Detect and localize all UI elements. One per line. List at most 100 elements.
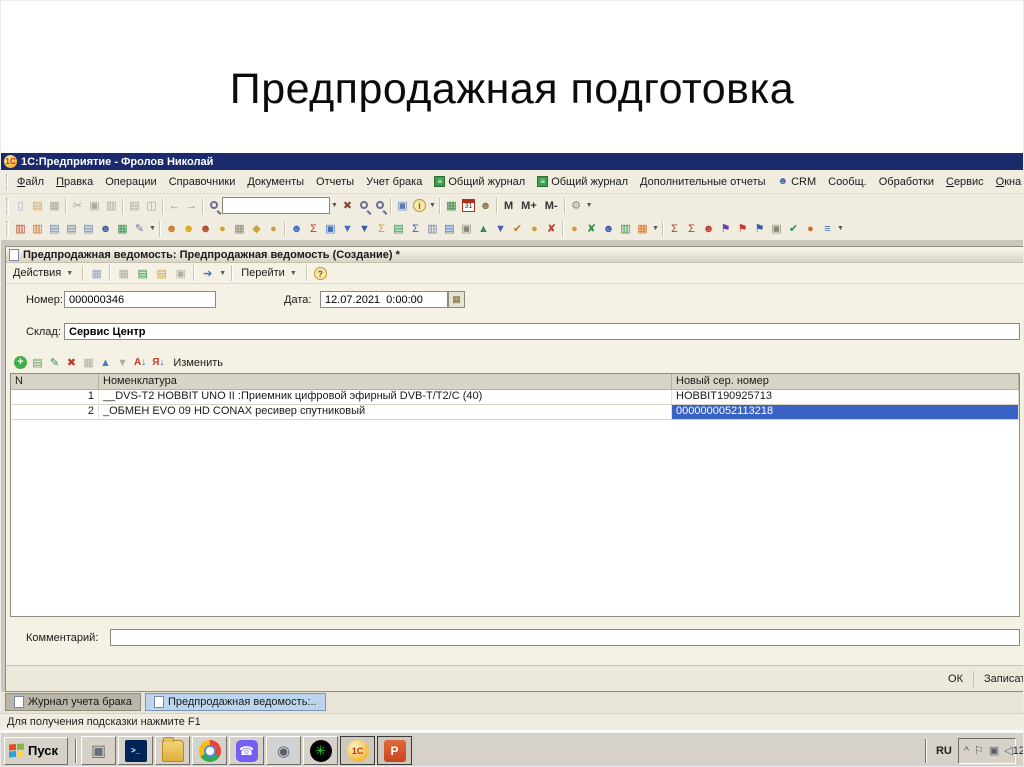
info-dropdown-icon[interactable]: ▼ [428, 202, 437, 209]
column-header[interactable]: Номенклатура [99, 374, 672, 389]
language-indicator[interactable]: RU [930, 745, 958, 757]
icq-button[interactable]: ✳ [303, 736, 338, 765]
date-picker-button[interactable]: ▦ [448, 291, 465, 308]
action-post-icon[interactable]: ▦ [115, 265, 132, 282]
menu-item-справочники[interactable]: Справочники [163, 173, 242, 191]
mdi-tab[interactable]: Журнал учета брака [5, 693, 141, 711]
warehouse-field[interactable] [64, 323, 1020, 340]
comment-field[interactable] [110, 629, 1020, 646]
system-tools-button[interactable]: ▣ [81, 736, 116, 765]
custom-icon[interactable]: ▥ [12, 220, 29, 237]
new-document-icon[interactable]: ▯ [12, 197, 29, 214]
action-prices-icon[interactable]: ▤ [153, 265, 170, 282]
menu-item-учет-брака[interactable]: Учет брака [360, 173, 428, 191]
move-up-icon[interactable]: ▲ [97, 354, 114, 371]
cut-icon[interactable]: ✂ [69, 197, 86, 214]
custom-icon[interactable]: ✎ [131, 220, 148, 237]
action-send-dropdown-icon[interactable]: ▼ [218, 270, 227, 277]
add-row-icon[interactable]: + [14, 356, 27, 369]
find-icon[interactable] [210, 200, 218, 209]
open-icon[interactable]: ▤ [29, 197, 46, 214]
custom-dropdown-icon[interactable]: ▼ [148, 225, 157, 232]
custom-icon[interactable]: Σ [305, 220, 322, 237]
custom-icon[interactable]: ● [214, 220, 231, 237]
user-settings-icon[interactable]: ☻ [477, 197, 494, 214]
camera-button[interactable]: ◉ [266, 736, 301, 765]
menu-item-общий-журнал[interactable]: ≡ Общий журнал [428, 173, 531, 191]
save-button[interactable]: Записать [974, 670, 1023, 688]
custom-icon[interactable]: ✘ [583, 220, 600, 237]
end-edit-icon[interactable]: ▦ [80, 354, 97, 371]
custom-icon[interactable]: ☻ [197, 220, 214, 237]
calendar-icon[interactable]: 31 [462, 199, 475, 212]
action-send-icon[interactable]: ➔ [199, 265, 216, 282]
custom-icon[interactable]: ▦ [114, 220, 131, 237]
custom-icon[interactable]: ▼ [492, 220, 509, 237]
flag-icon[interactable]: ⚐ [974, 744, 984, 757]
menu-item-сервис[interactable]: Сервис [940, 173, 990, 191]
custom-icon[interactable]: ▼ [356, 220, 373, 237]
custom-icon[interactable]: ▤ [80, 220, 97, 237]
viber-button[interactable]: ☎ [229, 736, 264, 765]
custom-icon[interactable]: ✔ [785, 220, 802, 237]
search-input[interactable] [222, 197, 330, 214]
menu-item-окна[interactable]: Окна [990, 173, 1023, 191]
menu-item-общий-журнал[interactable]: ≡ Общий журнал [531, 173, 634, 191]
menu-item-отчеты[interactable]: Отчеты [310, 173, 360, 191]
menu-item-сообщ-[interactable]: Сообщ. [822, 173, 873, 191]
menu-item-crm[interactable]: ☻ CRM [772, 173, 823, 191]
paste-icon[interactable]: ▥ [103, 197, 120, 214]
clear-search-icon[interactable]: ✖ [339, 197, 356, 214]
custom-icon[interactable]: ▲ [475, 220, 492, 237]
custom-icon[interactable]: ▦ [634, 220, 651, 237]
custom-icon[interactable]: ⚑ [734, 220, 751, 237]
custom-icon[interactable]: ▤ [46, 220, 63, 237]
table-cell[interactable]: HOBBIT190925713 [672, 390, 1019, 404]
menu-item-обработки[interactable]: Обработки [873, 173, 940, 191]
menu-item-дополнительные-отчеты[interactable]: Дополнительные отчеты [634, 173, 771, 191]
chrome-button[interactable] [192, 736, 227, 765]
table-cell[interactable]: 1 [11, 390, 99, 404]
find-prev-icon[interactable] [376, 200, 384, 209]
custom-icon[interactable]: ▣ [768, 220, 785, 237]
powerpoint-button[interactable]: P [377, 736, 412, 765]
print-icon[interactable]: ▤ [126, 197, 143, 214]
custom-icon[interactable]: ▥ [617, 220, 634, 237]
print-preview-icon[interactable]: ◫ [143, 197, 160, 214]
toolbar-grip[interactable] [6, 197, 9, 214]
action-save-icon[interactable]: ▦ [88, 265, 105, 282]
menu-item-правка[interactable]: Правка [50, 173, 99, 191]
file-explorer-button[interactable] [155, 736, 190, 765]
copy-icon[interactable]: ▣ [86, 197, 103, 214]
sort-asc-icon[interactable]: А ↓ [134, 357, 146, 368]
start-button[interactable]: Пуск [4, 736, 68, 765]
custom-dropdown-icon[interactable]: ▼ [651, 225, 660, 232]
action-copy-icon[interactable]: ▣ [172, 265, 189, 282]
custom-icon[interactable]: ● [802, 220, 819, 237]
find-next-icon[interactable] [360, 200, 368, 209]
custom-icon[interactable]: ⚑ [717, 220, 734, 237]
search-dropdown-icon[interactable]: ▼ [330, 202, 339, 209]
custom-dropdown-icon[interactable]: ▼ [836, 225, 845, 232]
custom-icon[interactable]: ▥ [424, 220, 441, 237]
memory-button[interactable]: M [500, 200, 517, 212]
hidden-icons-chevron[interactable]: ^ [964, 745, 969, 757]
table-row[interactable]: 2 _ОБМЕН EVO 09 HD CONAX ресивер спутнико… [11, 405, 1019, 420]
custom-icon[interactable]: ▦ [231, 220, 248, 237]
redo-icon[interactable]: → [183, 197, 200, 214]
1c-taskbar-button[interactable]: 1С [340, 736, 375, 765]
save-icon[interactable]: ▦ [46, 197, 63, 214]
custom-icon[interactable]: ▤ [441, 220, 458, 237]
custom-icon[interactable]: Σ [407, 220, 424, 237]
custom-icon[interactable]: ▣ [322, 220, 339, 237]
calculator-icon[interactable]: ▦ [443, 197, 460, 214]
custom-icon[interactable]: ▤ [63, 220, 80, 237]
custom-icon[interactable]: ● [566, 220, 583, 237]
custom-icon[interactable]: Σ [683, 220, 700, 237]
column-header[interactable]: Новый сер. номер [672, 374, 1019, 389]
custom-icon[interactable]: ● [526, 220, 543, 237]
memory-plus-button[interactable]: M+ [517, 200, 541, 212]
custom-icon[interactable]: Σ [373, 220, 390, 237]
custom-icon[interactable]: ◆ [248, 220, 265, 237]
copy-window-icon[interactable]: ▣ [394, 197, 411, 214]
